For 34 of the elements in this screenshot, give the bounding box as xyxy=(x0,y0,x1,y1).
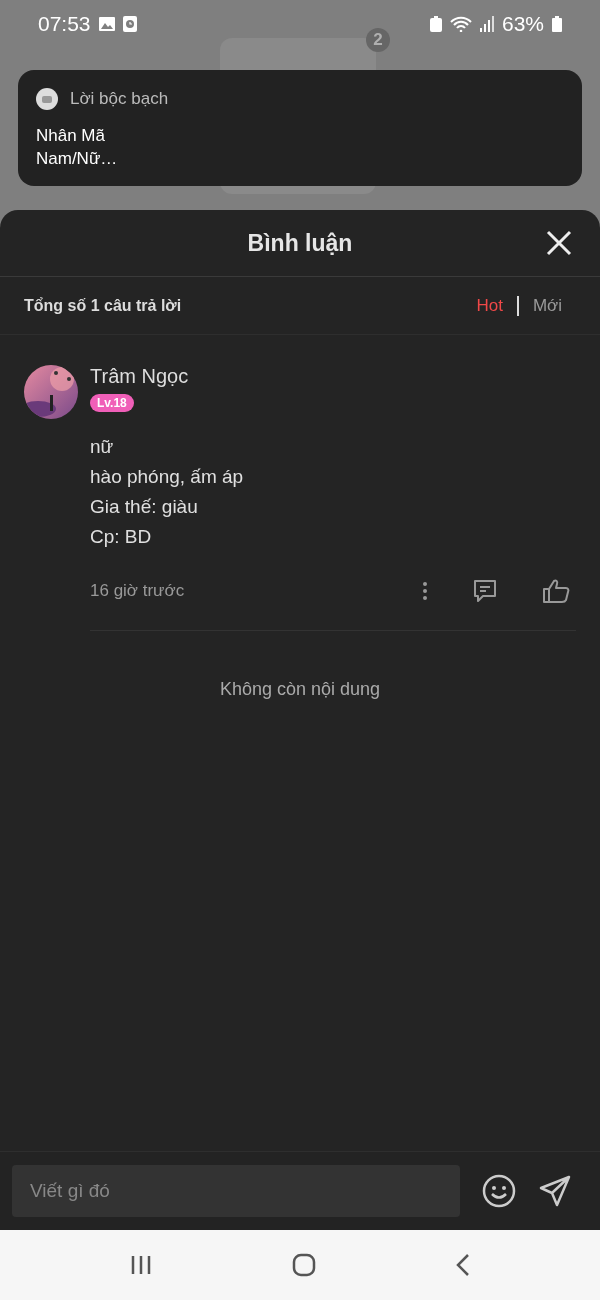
comment-input[interactable]: Viết gì đó xyxy=(12,1165,460,1217)
battery-level: 63% xyxy=(501,12,544,36)
home-icon[interactable] xyxy=(292,1253,316,1277)
wifi-icon xyxy=(449,16,472,32)
recent-apps-icon[interactable] xyxy=(130,1255,152,1275)
back-icon[interactable] xyxy=(456,1253,470,1277)
comment-text: nữ xyxy=(90,435,115,459)
send-icon[interactable] xyxy=(538,1174,572,1208)
sheet-title: Bình luận xyxy=(247,229,353,257)
status-time: 07:53 xyxy=(38,12,91,36)
reply-icon[interactable] xyxy=(472,578,498,604)
count-badge: 2 xyxy=(366,28,390,52)
clock-icon xyxy=(122,16,137,32)
comment-text: hào phóng, ấm áp xyxy=(90,465,244,489)
level-badge: Lv.18 xyxy=(90,394,134,412)
author-name: Trâm Ngọc xyxy=(90,365,189,388)
emoji-icon[interactable] xyxy=(482,1174,516,1208)
app-name: Lời bộc bạch xyxy=(70,89,169,109)
image-icon xyxy=(98,17,115,31)
sort-tab[interactable]: Hot xyxy=(462,295,517,316)
sort-tab[interactable]: Mới xyxy=(518,295,576,316)
notification-card[interactable]: Lời bộc bạch Nhân Mã Nam/Nữ… xyxy=(18,70,582,186)
comment-time: 16 giờ trước xyxy=(90,581,185,601)
notification-text: Nhân Mã xyxy=(36,125,106,147)
end-of-list-text: Không còn nội dung xyxy=(218,679,382,700)
notification-text: Nam/Nữ… xyxy=(36,148,119,170)
battery-icon xyxy=(552,16,562,32)
comment-text: Cp: BD xyxy=(90,525,153,549)
like-icon[interactable] xyxy=(542,578,570,604)
signal-icon xyxy=(479,16,494,32)
comment-text: Gia thế: giàu xyxy=(90,495,199,519)
reply-count: Tổng số 1 câu trả lời xyxy=(24,296,182,315)
more-icon[interactable] xyxy=(422,581,428,601)
close-icon[interactable] xyxy=(546,230,572,256)
